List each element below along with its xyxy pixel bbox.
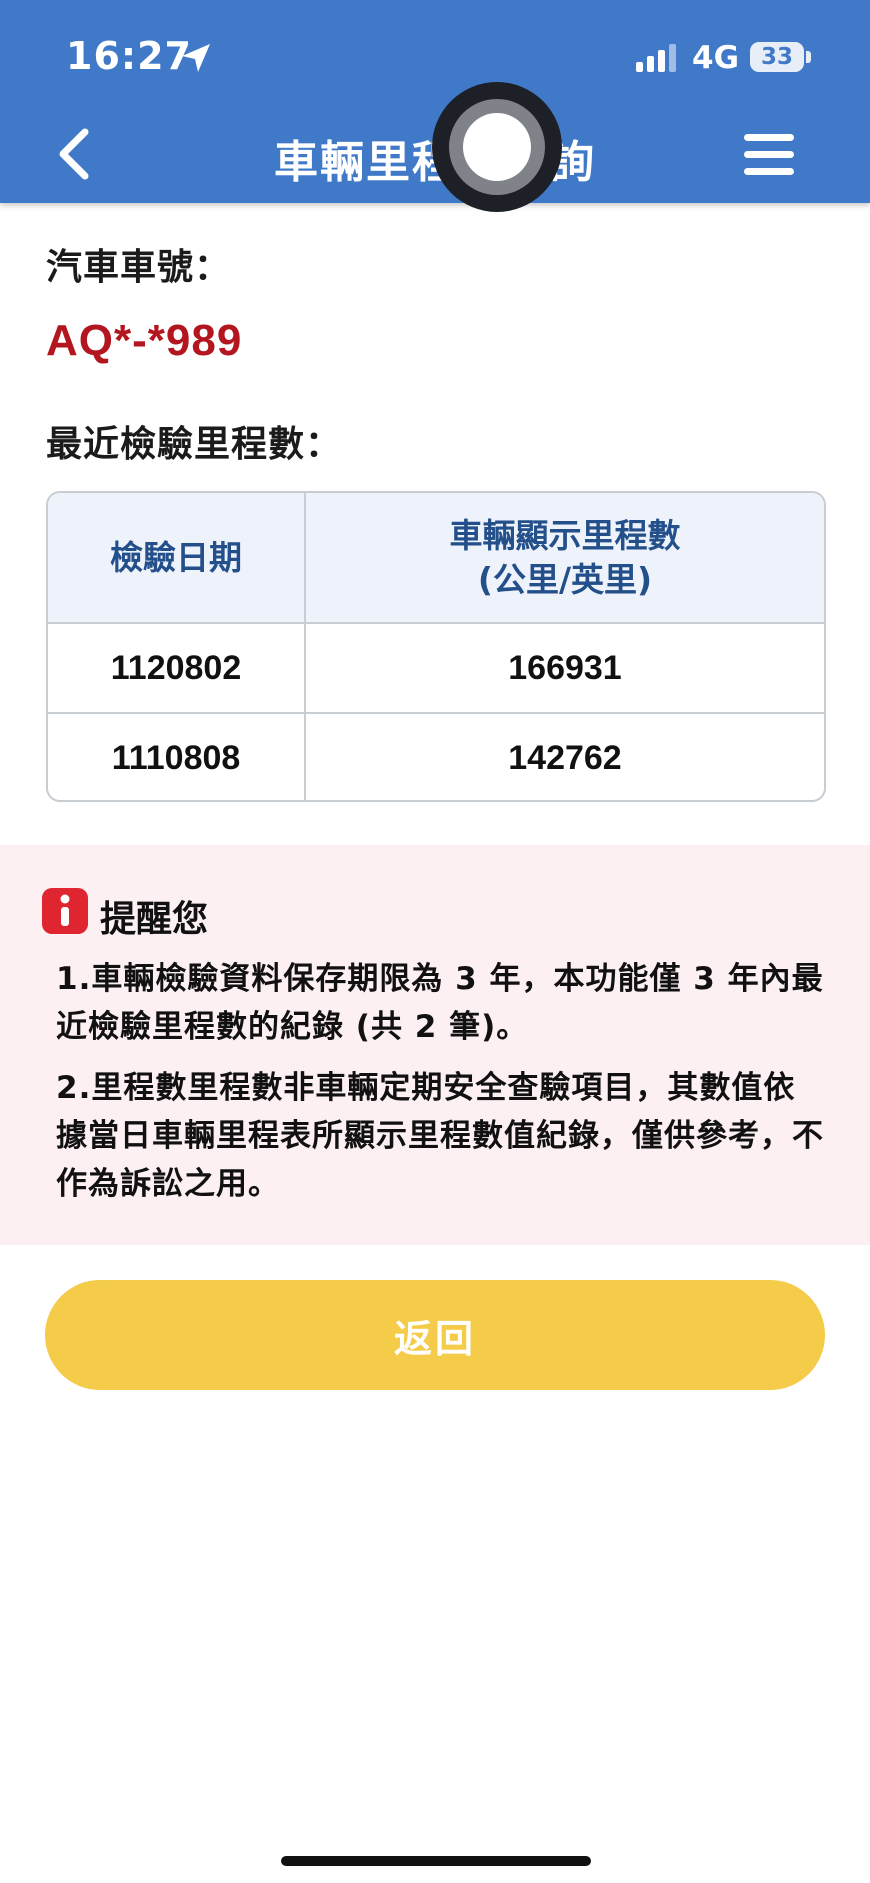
table-row: 1120802 166931 [48,624,824,714]
signal-bars-icon [636,44,676,72]
column-header-mileage: 車輛顯示里程數 (公里/英里) [449,515,681,599]
notice-title: 提醒您 [100,899,209,940]
assistive-touch-button[interactable] [432,82,562,212]
hamburger-menu-icon [744,134,794,141]
plate-label: 汽車車號： [46,247,232,288]
mileage-value: 142762 [508,738,622,777]
return-button[interactable]: 返回 [45,1280,825,1390]
mileage-value: 166931 [508,648,622,687]
mileage-section-label: 最近檢驗里程數： [46,424,343,465]
home-indicator [281,1856,591,1866]
plate-number: AQ*-*989 [46,316,243,365]
inspection-date: 1110808 [111,738,241,777]
network-type: 4G [692,40,740,76]
mileage-table: 檢驗日期 車輛顯示里程數 (公里/英里) 1120802 166931 1110… [46,491,826,802]
column-divider [304,493,306,800]
battery-nub [806,51,811,63]
battery-icon: 33 [750,42,804,72]
notice-item: 1.車輛檢驗資料保存期限為 3 年，本功能僅 3 年內最近檢驗里程數的紀錄 (共… [56,961,824,1045]
table-row: 1110808 142762 [48,714,824,800]
menu-button[interactable] [744,132,794,176]
info-icon [42,888,88,934]
status-time: 16:27 [66,34,192,78]
notice-item: 2.里程數里程數非車輛定期安全查驗項目，其數值依據當日車輛里程表所顯示里程數值紀… [56,1070,824,1202]
app-header: 16:27 4G 33 車輛里程數查詢 [0,0,870,203]
table-header: 檢驗日期 車輛顯示里程數 (公里/英里) [48,493,824,624]
inspection-date: 1120802 [110,648,242,687]
location-arrow-icon [182,44,210,72]
column-header-date: 檢驗日期 [110,537,242,577]
